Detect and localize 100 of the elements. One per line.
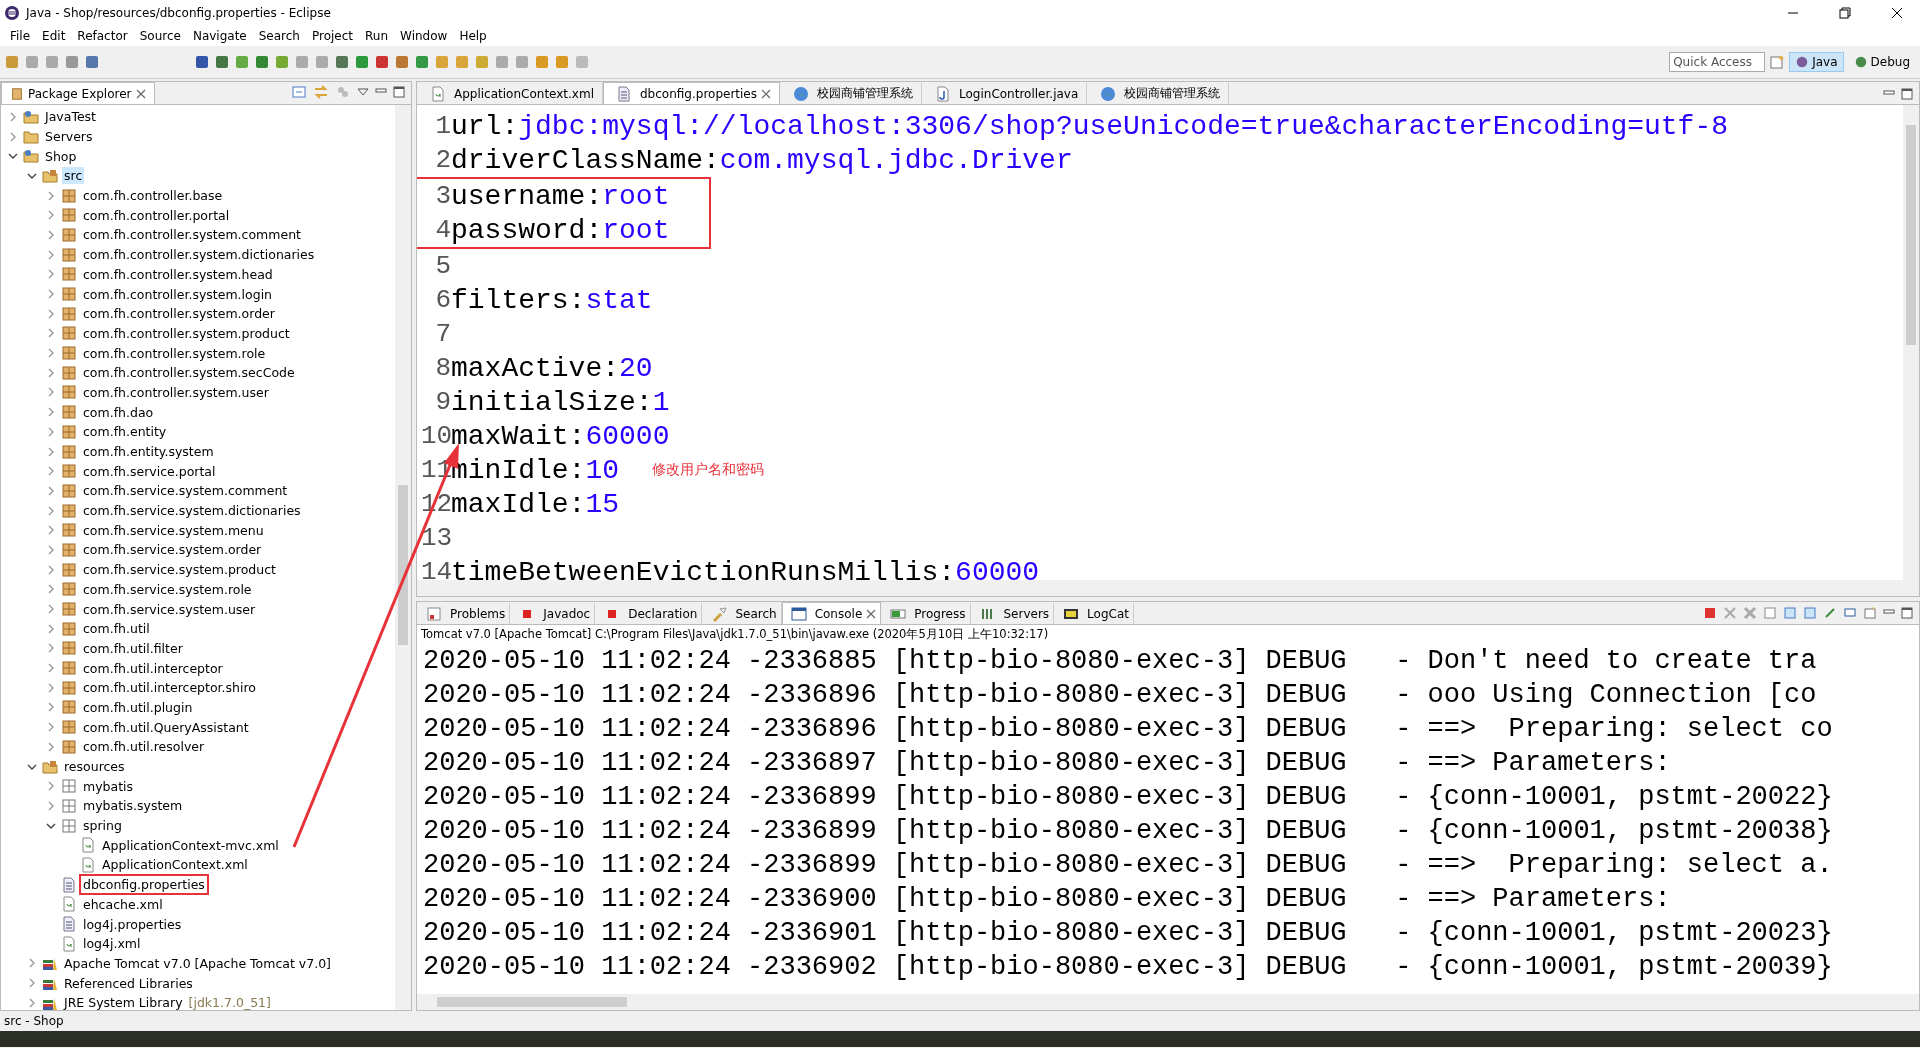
tree-item[interactable]: com.fh.controller.system.role: [81, 344, 268, 362]
tree-item[interactable]: com.fh.controller.system.login: [81, 285, 275, 303]
tree-item[interactable]: resources: [62, 758, 127, 776]
display-console-icon[interactable]: [1843, 606, 1857, 620]
code-line: url:jdbc:mysql://localhost:3306/shop?useUnicode=true&characterEncoding=utf-8: [451, 110, 1728, 142]
package-icon: [61, 463, 77, 480]
view-tab[interactable]: Javadoc: [510, 602, 596, 624]
view-tab[interactable]: Progress: [881, 602, 971, 624]
tree-item[interactable]: JRE System Library: [62, 994, 185, 1010]
tree-item[interactable]: com.fh.util.QueryAssistant: [81, 718, 251, 736]
perspective-button[interactable]: Java: [1789, 52, 1844, 72]
maximize-icon[interactable]: [1901, 607, 1913, 619]
tree-item[interactable]: ehcache.xml: [81, 895, 165, 913]
tree-item[interactable]: com.fh.controller.system.secCode: [81, 364, 297, 382]
menu-item[interactable]: Navigate: [186, 29, 253, 43]
tree-item[interactable]: com.fh.controller.system.dictionaries: [81, 246, 317, 264]
tree-item[interactable]: com.fh.util.filter: [81, 639, 185, 657]
tree-item[interactable]: com.fh.service.portal: [81, 462, 218, 480]
tree-item[interactable]: com.fh.controller.base: [81, 187, 225, 205]
dots-icon[interactable]: [335, 84, 351, 100]
scrollbar[interactable]: [1903, 105, 1919, 580]
view-tab[interactable]: Declaration: [595, 602, 703, 624]
open-perspective-icon[interactable]: [1769, 54, 1786, 70]
tree-item[interactable]: Servers: [43, 128, 95, 146]
word-wrap-icon[interactable]: [1803, 606, 1817, 620]
tree-item[interactable]: com.fh.service.system.product: [81, 561, 278, 579]
menu-item[interactable]: Edit: [36, 29, 72, 43]
new-console-icon[interactable]: [1863, 606, 1877, 620]
view-menu-icon[interactable]: [357, 86, 369, 98]
tree-item[interactable]: ApplicationContext-mvc.xml: [100, 836, 281, 854]
tree-item[interactable]: com.fh.controller.system.user: [81, 383, 271, 401]
tree-item[interactable]: com.fh.entity: [81, 423, 169, 441]
tree-item[interactable]: com.fh.util.interceptor.shiro: [81, 679, 258, 697]
tree-item[interactable]: com.fh.service.system.user: [81, 600, 258, 618]
tree-item[interactable]: mybatis: [81, 777, 136, 795]
menu-item[interactable]: Search: [252, 29, 306, 43]
tree-item[interactable]: com.fh.util.interceptor: [81, 659, 225, 677]
view-tab[interactable]: Package Explorer: [1, 82, 155, 104]
maximize-icon[interactable]: [1901, 88, 1913, 100]
editor-tab[interactable]: ApplicationContext.xml: [417, 82, 603, 104]
view-tab[interactable]: Console: [781, 602, 882, 624]
remove-icon[interactable]: [1723, 606, 1737, 620]
menu-item[interactable]: File: [4, 29, 37, 43]
tree-item[interactable]: mybatis.system: [81, 797, 185, 815]
tree-item[interactable]: Shop: [43, 147, 79, 165]
menu-item[interactable]: Window: [394, 29, 454, 43]
tree-item[interactable]: com.fh.controller.system.comment: [81, 226, 303, 244]
stop-icon[interactable]: [1703, 606, 1717, 620]
horizontal-scrollbar[interactable]: [417, 580, 1919, 596]
tree-item[interactable]: src: [62, 167, 85, 185]
tree-item[interactable]: log4j.properties: [81, 915, 184, 933]
quick-access-field[interactable]: Quick Access: [1669, 52, 1766, 72]
tree-item[interactable]: com.fh.util.resolver: [81, 738, 207, 756]
tree-item[interactable]: ApplicationContext.xml: [100, 856, 250, 874]
tree-item[interactable]: com.fh.controller.portal: [81, 206, 232, 224]
clear-console-icon[interactable]: [1763, 606, 1777, 620]
close-icon[interactable]: [1891, 7, 1903, 19]
editor-tab[interactable]: dbconfig.properties: [603, 82, 780, 104]
tree-item[interactable]: JavaTest: [43, 108, 99, 126]
editor-tab[interactable]: 校园商铺管理系统: [1087, 82, 1230, 104]
pin-console-icon[interactable]: [1823, 606, 1837, 620]
tree-item[interactable]: Referenced Libraries: [62, 974, 195, 992]
remove-all-icon[interactable]: [1743, 606, 1757, 620]
perspective-button[interactable]: Debug: [1847, 52, 1916, 72]
menu-item[interactable]: Source: [133, 29, 187, 43]
scrollbar[interactable]: [395, 105, 411, 1010]
package-icon: [61, 699, 77, 716]
link-arrows-icon[interactable]: [313, 84, 329, 100]
view-tab[interactable]: LogCat: [1054, 602, 1134, 624]
tree-item[interactable]: log4j.xml: [81, 935, 143, 953]
tree-item[interactable]: Apache Tomcat v7.0 [Apache Tomcat v7.0]: [62, 954, 333, 972]
scroll-lock-icon[interactable]: [1783, 606, 1797, 620]
view-tab[interactable]: Search: [702, 602, 782, 624]
menu-item[interactable]: Help: [453, 29, 493, 43]
tree-item[interactable]: com.fh.entity.system: [81, 443, 216, 461]
tree-item[interactable]: com.fh.service.system.order: [81, 541, 264, 559]
tree-item[interactable]: com.fh.controller.system.head: [81, 265, 275, 283]
tree-item[interactable]: com.fh.service.system.menu: [81, 521, 266, 539]
text-file-icon: [61, 876, 77, 893]
tree-item[interactable]: com.fh.controller.system.order: [81, 305, 277, 323]
tree-item[interactable]: spring: [81, 817, 124, 835]
view-tab[interactable]: Servers: [970, 602, 1055, 624]
view-tab[interactable]: Problems: [417, 602, 511, 624]
tree-item[interactable]: com.fh.service.system.role: [81, 580, 254, 598]
restore-icon[interactable]: [1839, 7, 1851, 19]
tree-item[interactable]: com.fh.util: [81, 620, 152, 638]
menu-item[interactable]: Run: [359, 29, 395, 43]
editor-tab[interactable]: LoginController.java: [922, 82, 1088, 104]
tree-item[interactable]: com.fh.service.system.comment: [81, 482, 290, 500]
tree-item[interactable]: com.fh.dao: [81, 403, 156, 421]
maximize-icon[interactable]: [393, 86, 405, 98]
tree-item[interactable]: com.fh.controller.system.product: [81, 324, 292, 342]
editor-tab[interactable]: 校园商铺管理系统: [780, 82, 922, 104]
tree-item[interactable]: com.fh.util.plugin: [81, 698, 195, 716]
horizontal-scrollbar[interactable]: [417, 994, 1919, 1010]
menu-item[interactable]: Project: [305, 29, 360, 43]
tree-item[interactable]: com.fh.service.system.dictionaries: [81, 502, 303, 520]
menu-item[interactable]: Refactor: [71, 29, 134, 43]
tree-item[interactable]: dbconfig.properties: [81, 876, 207, 894]
collapse-all-icon[interactable]: [291, 84, 307, 100]
